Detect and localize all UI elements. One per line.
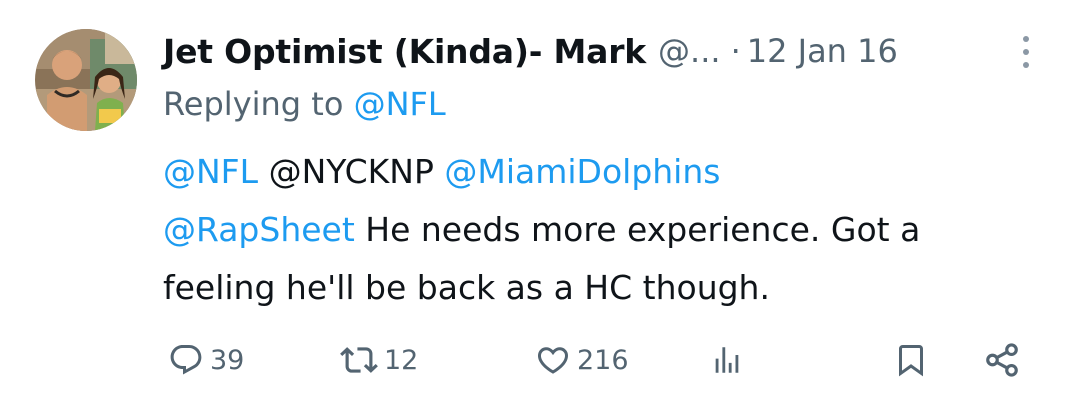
retweet-count: 12 (384, 344, 419, 376)
analytics-icon (715, 347, 739, 373)
more-icon-dot (1023, 62, 1029, 68)
author-handle[interactable]: @... (658, 32, 721, 70)
avatar-image (35, 29, 137, 131)
action-bar: 39 12 216 (0, 330, 1080, 390)
more-icon (1023, 36, 1029, 42)
more-options-button[interactable] (1014, 32, 1038, 72)
mention-link[interactable]: @NFL (163, 152, 258, 191)
tweet-card[interactable]: Jet Optimist (Kinda)- Mark @... · 12 Jan… (0, 0, 1080, 419)
avatar[interactable] (35, 29, 137, 131)
reply-button[interactable]: 39 (168, 330, 244, 390)
bookmark-button[interactable] (893, 330, 929, 390)
views-button[interactable] (710, 330, 744, 390)
like-count: 216 (577, 344, 629, 376)
reply-icon (170, 345, 202, 375)
separator-dot: · (730, 32, 741, 70)
mention-text: @NYCKNP (268, 152, 434, 191)
replying-prefix: Replying to (163, 85, 344, 123)
retweet-icon (340, 347, 378, 373)
tweet-line-2: @RapSheet He needs more experience. Got … (163, 201, 1063, 259)
share-icon (986, 343, 1018, 377)
reply-count: 39 (210, 344, 245, 376)
bookmark-icon (899, 345, 923, 377)
heart-icon (537, 347, 569, 374)
mention-link[interactable]: @RapSheet (163, 210, 355, 249)
like-button[interactable]: 216 (535, 330, 629, 390)
tweet-line-1: @NFL @NYCKNP @MiamiDolphins (163, 143, 1063, 201)
mention-link[interactable]: @MiamiDolphins (444, 152, 720, 191)
share-button[interactable] (983, 330, 1021, 390)
tweet-text: @NFL @NYCKNP @MiamiDolphins @RapSheet He… (163, 143, 1063, 317)
author-name[interactable]: Jet Optimist (Kinda)- Mark (163, 32, 646, 71)
replying-to: Replying to @NFL (163, 85, 446, 123)
tweet-header: Jet Optimist (Kinda)- Mark @... · 12 Jan… (163, 26, 898, 76)
tweet-line-3: feeling he'll be back as a HC though. (163, 259, 1063, 317)
retweet-button[interactable]: 12 (340, 330, 418, 390)
replying-to-link[interactable]: @NFL (354, 85, 446, 123)
tweet-text-segment: He needs more experience. Got a (365, 210, 921, 249)
timestamp[interactable]: 12 Jan 16 (747, 32, 898, 70)
tweet-text-segment: feeling he'll be back as a HC though. (163, 268, 770, 307)
more-icon-dot (1023, 49, 1029, 55)
